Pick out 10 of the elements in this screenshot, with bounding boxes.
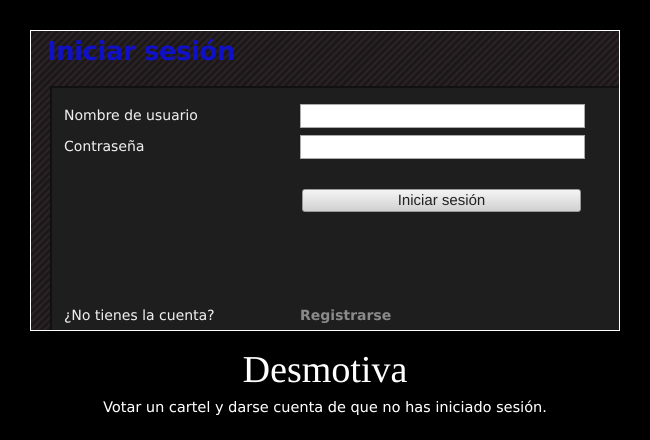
poster-caption: Votar un cartel y darse cuenta de que no has iniciado sesión.: [102, 400, 548, 416]
page-title: Iniciar sesión: [46, 36, 236, 69]
login-button[interactable]: Iniciar sesión: [302, 189, 581, 212]
field-label: Nombre de usuario: [64, 108, 199, 124]
input-field[interactable]: [300, 104, 585, 128]
register-link[interactable]: Registrarse: [300, 308, 619, 324]
poster-title: Desmotiva: [242, 348, 408, 392]
register-prompt: ¿No tienes la cuenta?: [64, 308, 216, 324]
field-label: Contraseña: [64, 139, 146, 155]
input-field[interactable]: [300, 135, 585, 159]
